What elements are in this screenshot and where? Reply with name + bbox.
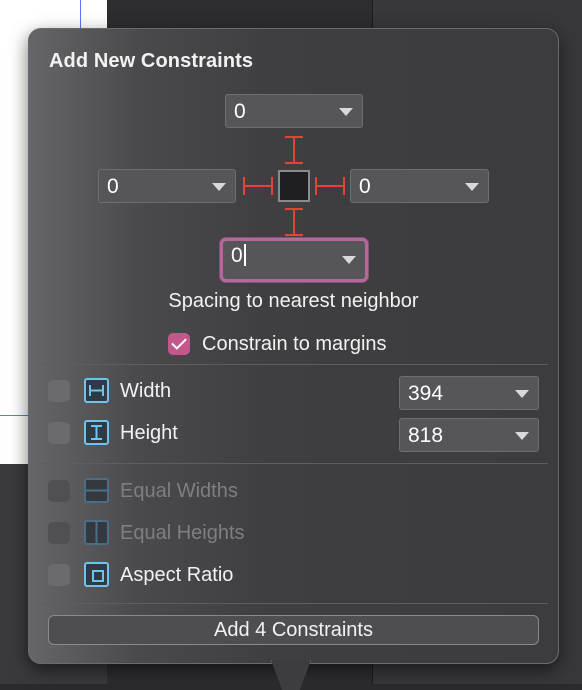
equal-heights-checkbox[interactable]: [48, 522, 70, 544]
popover-title: Add New Constraints: [49, 50, 254, 72]
equal-heights-label: Equal Heights: [120, 522, 245, 544]
trailing-constraint-strut[interactable]: [315, 177, 345, 195]
equal-widths-icon: [84, 478, 109, 503]
aspect-ratio-checkbox[interactable]: [48, 564, 70, 586]
selected-view-box: [278, 170, 310, 202]
height-value-field[interactable]: 818: [399, 418, 539, 452]
bottom-spacing-field[interactable]: 0: [220, 238, 368, 282]
height-icon: [84, 420, 109, 445]
canvas-guide-line: [80, 0, 81, 30]
leading-spacing-value: 0: [107, 175, 119, 198]
leading-constraint-strut[interactable]: [243, 177, 273, 195]
width-value: 394: [408, 382, 444, 405]
leading-spacing-field[interactable]: 0: [98, 169, 236, 203]
divider: [39, 364, 548, 365]
trailing-spacing-field[interactable]: 0: [350, 169, 489, 203]
top-spacing-value: 0: [234, 100, 246, 123]
popover-arrow: [271, 660, 311, 690]
top-constraint-strut[interactable]: [285, 136, 303, 164]
aspect-ratio-icon: [84, 562, 109, 587]
text-cursor: [243, 244, 246, 266]
equal-widths-label: Equal Widths: [120, 480, 238, 502]
equal-heights-icon: [84, 520, 109, 545]
height-checkbox[interactable]: [48, 422, 70, 444]
constrain-to-margins-checkbox[interactable]: [168, 333, 190, 355]
height-value: 818: [408, 424, 444, 447]
chevron-down-icon[interactable]: [212, 183, 226, 191]
chevron-down-icon[interactable]: [515, 390, 529, 398]
add-constraints-button[interactable]: Add 4 Constraints: [48, 615, 539, 645]
width-value-field[interactable]: 394: [399, 376, 539, 410]
width-icon: [84, 378, 109, 403]
top-spacing-field[interactable]: 0: [225, 94, 363, 128]
chevron-down-icon[interactable]: [342, 256, 356, 264]
divider: [39, 463, 548, 464]
equal-widths-checkbox[interactable]: [48, 480, 70, 502]
trailing-spacing-value: 0: [359, 175, 371, 198]
constrain-to-margins-label[interactable]: Constrain to margins: [202, 333, 387, 356]
divider: [39, 603, 548, 604]
chevron-down-icon[interactable]: [515, 432, 529, 440]
width-checkbox[interactable]: [48, 380, 70, 402]
aspect-ratio-label[interactable]: Aspect Ratio: [120, 564, 233, 587]
chevron-down-icon[interactable]: [339, 108, 353, 116]
width-label[interactable]: Width: [120, 380, 171, 403]
spacing-caption: Spacing to nearest neighbor: [168, 290, 419, 312]
bottom-spacing-value: 0: [231, 244, 246, 268]
bottom-constraint-strut[interactable]: [285, 208, 303, 236]
chevron-down-icon[interactable]: [465, 183, 479, 191]
height-label[interactable]: Height: [120, 422, 178, 445]
